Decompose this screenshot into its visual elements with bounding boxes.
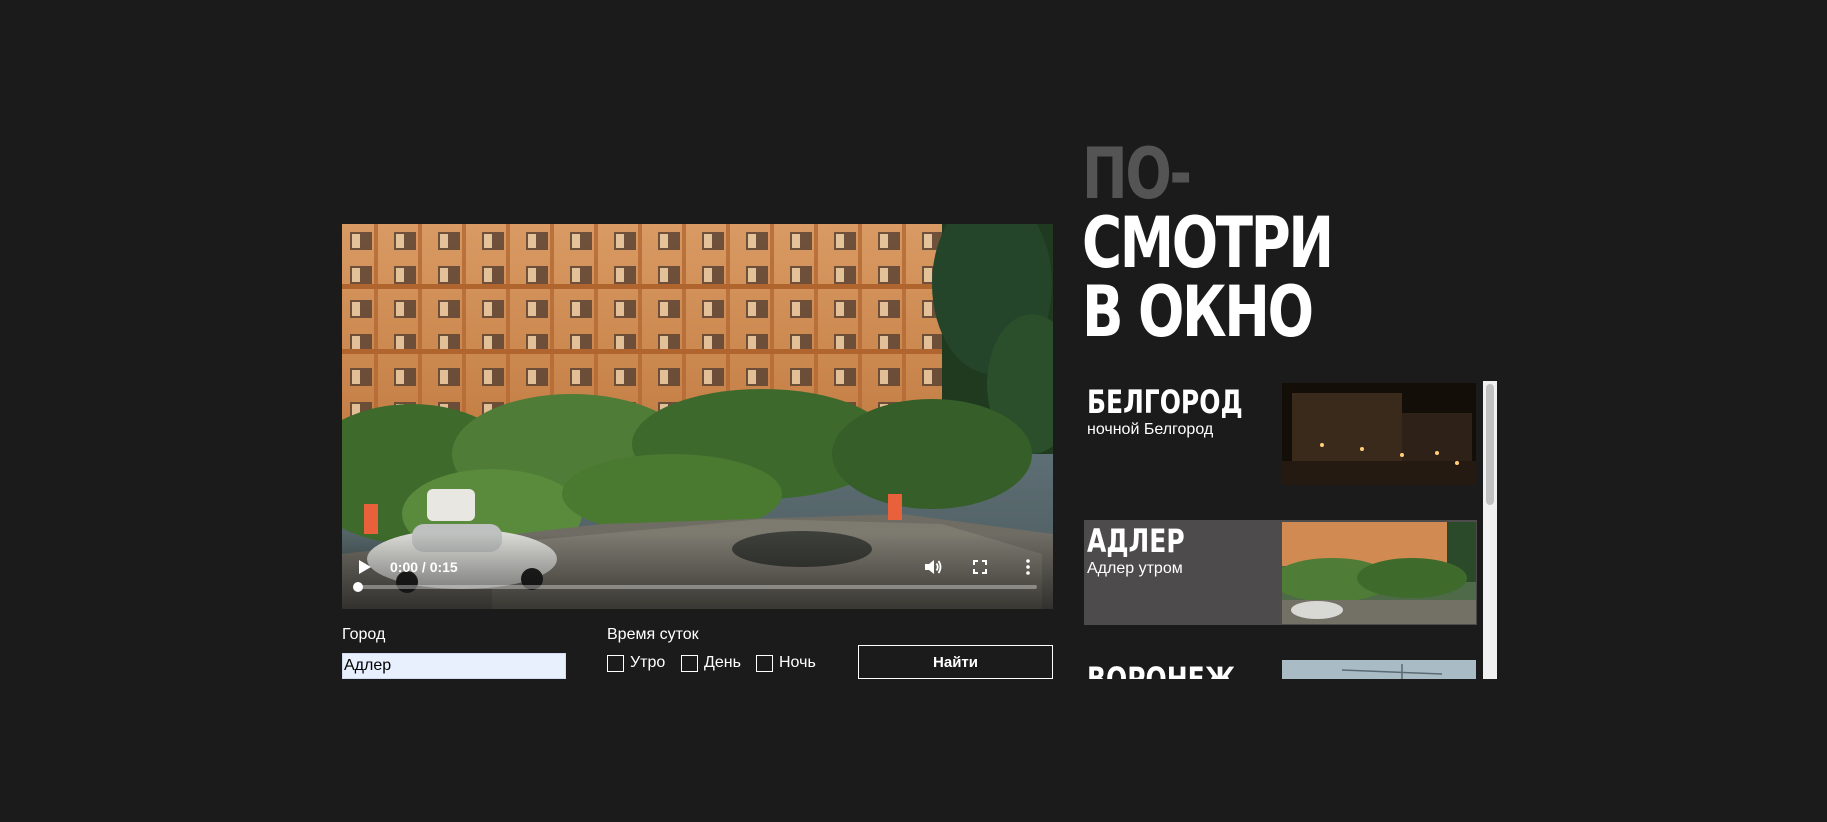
city-card-thumbnail xyxy=(1282,383,1476,485)
scrollbar-thumb[interactable] xyxy=(1486,384,1494,505)
night-label: Ночь xyxy=(779,654,816,671)
city-card-title: БЕЛГОРОД xyxy=(1087,383,1243,421)
city-card-thumbnail xyxy=(1282,522,1476,624)
video-player[interactable]: 0:00 / 0:15 xyxy=(342,224,1053,609)
volume-button[interactable] xyxy=(922,556,944,578)
city-card-title: АДЛЕР xyxy=(1087,522,1185,560)
day-checkbox[interactable] xyxy=(681,654,698,672)
city-card-thumbnail xyxy=(1282,660,1476,679)
city-label: Город xyxy=(342,626,386,643)
morning-label: Утро xyxy=(630,654,666,671)
fullscreen-icon xyxy=(973,560,987,574)
morning-checkbox[interactable] xyxy=(607,654,624,672)
city-card-voronezh[interactable]: ВОРОНЕЖ xyxy=(1084,658,1477,679)
city-list[interactable]: БЕЛГОРОД ночной Белгород АДЛЕР Адлер утр… xyxy=(1084,381,1497,679)
video-time: 0:00 / 0:15 xyxy=(390,559,458,575)
city-input[interactable] xyxy=(342,653,566,679)
time-of-day-label: Время суток xyxy=(607,626,699,643)
more-options-button[interactable] xyxy=(1017,556,1039,578)
day-option[interactable]: День xyxy=(681,654,741,672)
city-card-adler[interactable]: АДЛЕР Адлер утром xyxy=(1084,520,1477,625)
night-checkbox[interactable] xyxy=(756,654,773,672)
video-progress-knob[interactable] xyxy=(353,582,363,592)
title-line-2: СМОТРИ xyxy=(1082,202,1334,284)
volume-icon xyxy=(925,560,942,574)
play-icon xyxy=(359,560,371,574)
play-button[interactable] xyxy=(354,556,376,578)
city-card-belgorod[interactable]: БЕЛГОРОД ночной Белгород xyxy=(1084,381,1477,486)
title-line-3: В ОКНО xyxy=(1082,271,1314,353)
city-card-subtitle: ночной Белгород xyxy=(1087,421,1214,438)
more-vert-icon xyxy=(1026,559,1030,575)
night-option[interactable]: Ночь xyxy=(756,654,816,672)
city-card-subtitle: Адлер утром xyxy=(1087,560,1183,577)
video-controls: 0:00 / 0:15 xyxy=(342,534,1053,609)
page-title: ПО- СМОТРИ В ОКНО xyxy=(1082,133,1334,353)
city-card-title: ВОРОНЕЖ xyxy=(1087,660,1236,679)
title-line-1: ПО- xyxy=(1082,133,1192,215)
day-label: День xyxy=(704,654,741,671)
morning-option[interactable]: Утро xyxy=(607,654,665,672)
city-list-scrollbar[interactable] xyxy=(1483,381,1497,679)
fullscreen-button[interactable] xyxy=(969,556,991,578)
video-progress-bar[interactable] xyxy=(353,582,1037,592)
find-button[interactable]: Найти xyxy=(858,645,1053,679)
